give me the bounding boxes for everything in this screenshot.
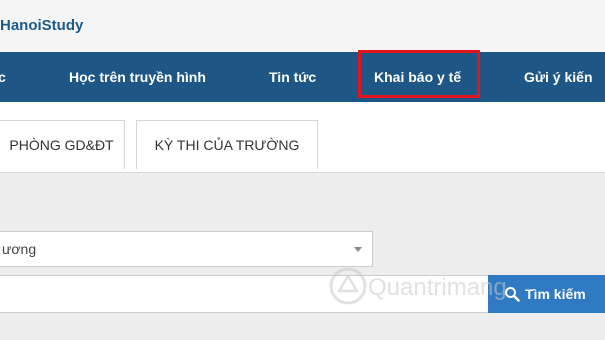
top-header: HanoiStudy bbox=[0, 0, 605, 53]
tab-phong-gd-dt[interactable]: PHÒNG GD&ĐT bbox=[0, 120, 125, 169]
nav-item-hoc-tren-truyen-hinh[interactable]: Học trên truyền hình bbox=[69, 52, 206, 102]
main-navigation: c Học trên truyền hình Tin tức Khai báo … bbox=[0, 52, 605, 102]
highlight-box bbox=[358, 50, 480, 98]
tabs-bar: PHÒNG GD&ĐT KỲ THI CỦA TRƯỜNG bbox=[0, 102, 605, 172]
search-input[interactable] bbox=[0, 275, 489, 313]
search-icon bbox=[505, 287, 520, 302]
search-button-label: Tìm kiếm bbox=[525, 286, 586, 302]
chevron-down-icon bbox=[354, 247, 362, 252]
search-button[interactable]: Tìm kiếm bbox=[488, 275, 605, 313]
nav-item-gui-y-kien[interactable]: Gửi ý kiến bbox=[524, 52, 593, 102]
nav-item-tin-tuc[interactable]: Tin tức bbox=[269, 52, 316, 102]
filter-select[interactable]: ương bbox=[0, 231, 373, 267]
site-logo[interactable]: HanoiStudy bbox=[0, 17, 83, 34]
tab-ky-thi-cua-truong[interactable]: KỲ THI CỦA TRƯỜNG bbox=[136, 120, 318, 169]
nav-item-partial[interactable]: c bbox=[0, 52, 6, 102]
search-panel: ương Tìm kiếm bbox=[0, 172, 605, 340]
filter-select-value: ương bbox=[2, 241, 37, 257]
